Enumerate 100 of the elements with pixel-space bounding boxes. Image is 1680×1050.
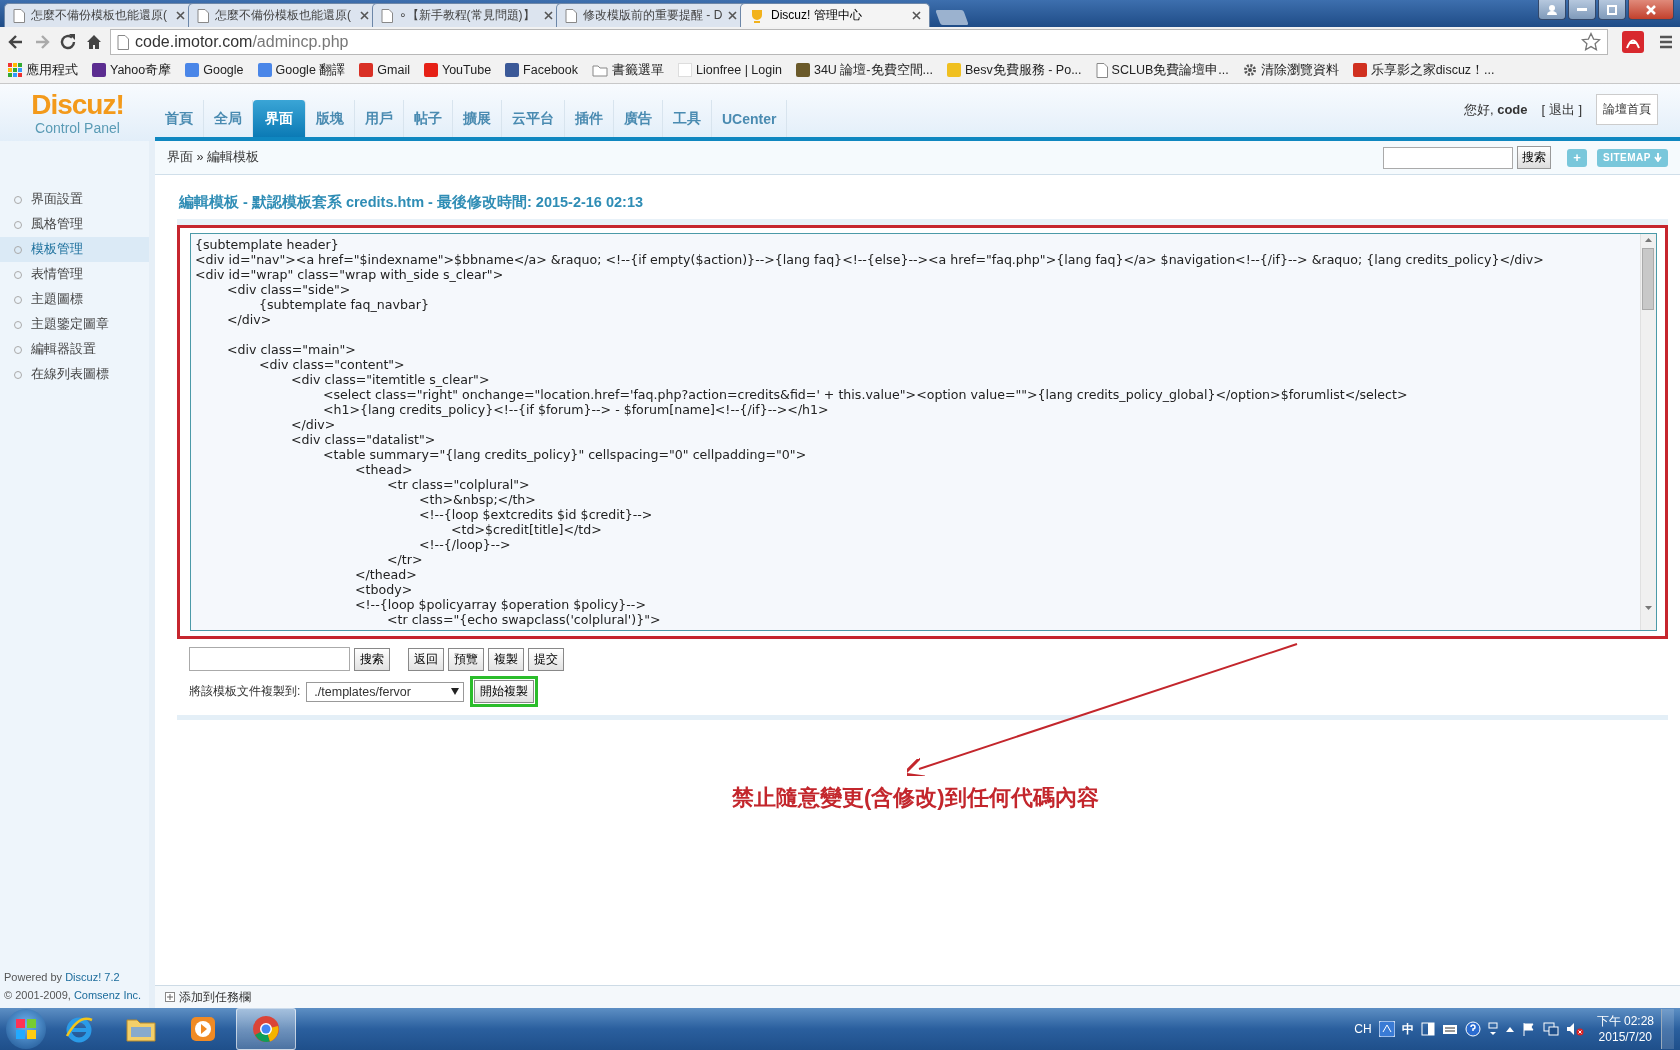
page-icon [117, 34, 129, 50]
ime-mode-indicator[interactable]: 中 [1401, 1020, 1414, 1038]
maximize-button[interactable] [1598, 0, 1626, 20]
star-icon[interactable] [1581, 32, 1601, 52]
grid-icon [8, 63, 22, 77]
chrome-logo-icon [251, 1014, 281, 1044]
browser-tab[interactable]: Discuz! 管理中心 [740, 3, 930, 27]
breadcrumb: 界面 » 編輯模板 [167, 149, 260, 166]
keyboard-icon[interactable] [1441, 1022, 1458, 1036]
close-icon[interactable] [544, 11, 553, 20]
windows-logo-icon [16, 1019, 36, 1039]
plus-box-icon [165, 992, 175, 1002]
template-dropdown[interactable]: ./templates/fervor [306, 681, 465, 702]
greeting-text: 您好, code [1463, 100, 1528, 119]
bookmark[interactable]: YouTube [423, 63, 492, 77]
close-icon[interactable] [176, 11, 185, 20]
flag-icon[interactable] [1521, 1022, 1536, 1036]
close-button[interactable] [1628, 0, 1674, 20]
page-icon [13, 8, 25, 23]
discuz-link[interactable]: Discuz! 7.2 [65, 971, 120, 983]
minimize-icon [1577, 8, 1587, 11]
media-player-icon [189, 1015, 217, 1043]
search-field[interactable] [1383, 146, 1514, 169]
copy-label: 將該模板文件複製到: [189, 683, 301, 700]
company-link[interactable]: Comsenz Inc. [73, 989, 142, 1001]
sidebar-item[interactable]: 主題圖標 [0, 287, 149, 312]
close-icon [1646, 4, 1656, 15]
sidebar-item[interactable]: 風格管理 [0, 212, 149, 237]
search-field[interactable] [189, 647, 350, 671]
page-title: 編輯模板 - 默認模板套系 credits.htm - 最後修改時間: 2015-2-16 02:13 [177, 193, 645, 212]
bookmark[interactable]: Google [185, 63, 244, 77]
bookmark[interactable]: SCLUB免費論壇申... [1095, 61, 1229, 79]
search-button[interactable]: 搜索 [1517, 146, 1552, 169]
start-button[interactable] [6, 1009, 46, 1049]
sidebar-item[interactable]: 在線列表圖標 [0, 362, 149, 387]
logo: Discuz! [31, 89, 124, 120]
ime-icon[interactable] [1378, 1021, 1395, 1037]
options-icon[interactable] [1487, 1022, 1498, 1036]
close-icon[interactable] [912, 11, 921, 20]
sidebar-item[interactable]: 模板管理 [0, 237, 149, 262]
close-icon[interactable] [360, 11, 369, 20]
action-button[interactable]: 返回 [408, 647, 444, 671]
trophy-icon [749, 8, 765, 23]
copyright-text: © 2001-2009, Comsenz Inc. [4, 988, 143, 1003]
taskbar-button[interactable] [236, 1008, 296, 1050]
bookmark[interactable]: Gmail [359, 63, 410, 77]
close-icon[interactable] [728, 11, 737, 20]
minimize-button[interactable] [1568, 0, 1596, 20]
forum-home-button[interactable]: 論壇首頁 [1596, 94, 1658, 125]
folder-icon [592, 63, 608, 77]
bookmark[interactable]: Besv免費服務 - Po... [946, 61, 1082, 79]
powered-by-text: Powered by Discuz! 7.2 [4, 970, 121, 985]
add-to-taskbar-link[interactable]: 添加到任務欄 [179, 988, 251, 1006]
bookmark[interactable]: 乐享影之家discuz！... [1352, 61, 1495, 79]
reload-icon[interactable] [58, 32, 78, 52]
scrollbar[interactable] [1640, 234, 1656, 630]
bookmark[interactable]: 34U 論壇-免費空間... [795, 61, 933, 79]
logout-link[interactable]: [ 退出 ] [1541, 100, 1582, 119]
show-hidden-icon[interactable] [1504, 1025, 1515, 1033]
network-icon[interactable] [1542, 1022, 1559, 1036]
page-icon [1095, 62, 1108, 78]
half-width-icon[interactable] [1420, 1022, 1435, 1036]
scrollbar-thumb[interactable] [1642, 248, 1654, 310]
action-button[interactable]: 預覽 [448, 647, 484, 671]
sidebar-item[interactable]: 主題鑒定圖章 [0, 312, 149, 337]
nav-tab[interactable]: 界面 [253, 100, 306, 137]
annotation-text: 禁止隨意變更(含修改)到任何代碼內容 [732, 784, 1099, 812]
logo-subtitle: Control Panel [35, 119, 120, 136]
volume-muted-icon[interactable] [1565, 1022, 1584, 1036]
sidebar-item[interactable]: 界面設置 [0, 187, 149, 212]
page-icon [197, 8, 209, 23]
dropdown-caret-icon [451, 688, 460, 695]
down-arrow-icon [1654, 153, 1662, 162]
action-button[interactable]: 提交 [528, 647, 564, 671]
maximize-icon [1607, 4, 1617, 15]
start-copy-button[interactable]: 開始複製 [474, 680, 535, 703]
user-button[interactable] [1538, 0, 1566, 20]
gear-icon [1242, 63, 1257, 77]
menu-icon[interactable] [1658, 34, 1674, 50]
action-button[interactable]: 複製 [488, 647, 524, 671]
page-icon [381, 8, 393, 23]
help-icon[interactable] [1464, 1021, 1481, 1037]
user-icon [1547, 4, 1557, 15]
bookmark[interactable]: Lionfree | Login [678, 63, 782, 77]
language-indicator[interactable]: CH [1354, 1022, 1372, 1036]
bookmark[interactable]: 應用程式 [8, 61, 78, 79]
page-icon [565, 8, 577, 23]
bookmark[interactable]: 清除瀏覽資料 [1242, 61, 1339, 79]
bookmark[interactable]: Facebook [505, 63, 578, 77]
sidebar-item[interactable]: 表情管理 [0, 262, 149, 287]
address-bar[interactable]: code.imotor.com/admincp.php [110, 29, 1608, 55]
bookmark[interactable]: 書籤選單 [592, 61, 664, 79]
sidebar-item[interactable]: 編輯器設置 [0, 337, 149, 362]
search-button[interactable]: 搜索 [354, 647, 390, 671]
bookmark[interactable]: Yahoo奇摩 [92, 61, 172, 79]
taskbar-clock[interactable]: 下午 02:28 2015/7/20 [1596, 1013, 1654, 1045]
bookmark[interactable]: Google 翻譯 [257, 61, 346, 79]
new-tab-button[interactable] [935, 10, 969, 25]
extension-icon[interactable] [1622, 31, 1644, 53]
blank-icon [678, 63, 692, 77]
